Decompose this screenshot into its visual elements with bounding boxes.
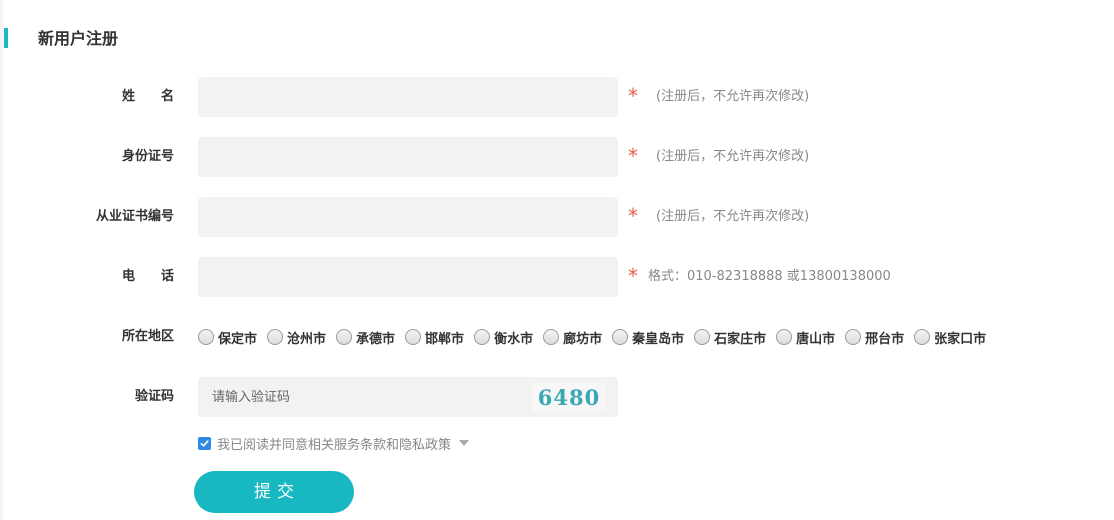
radio-button[interactable] xyxy=(474,329,491,345)
registration-page: 新用户注册 姓 名 * (注册后，不允许再次修改) 身份证号 * (注册后，不允… xyxy=(0,0,1114,520)
captcha-row: 验证码 6480 xyxy=(0,377,900,417)
header-accent-bar xyxy=(4,28,8,48)
cert-number-label: 从业证书编号 xyxy=(95,209,174,224)
region-radio-group: 保定市 沧州市 承德市 邯郸市 衡水市 廊坊市 秦皇岛市 石家庄市 唐山市 邢台市 张家口市 xyxy=(198,317,996,357)
required-mark: * xyxy=(628,84,638,108)
region-option[interactable]: 邢台市 xyxy=(845,328,904,347)
region-option[interactable]: 张家口市 xyxy=(914,328,986,347)
region-label: 所在地区 xyxy=(121,329,174,344)
name-row: 姓 名 * (注册后，不允许再次修改) xyxy=(0,77,900,117)
page-title: 新用户注册 xyxy=(38,29,119,48)
required-mark: * xyxy=(628,204,638,228)
caret-down-icon[interactable] xyxy=(459,440,470,446)
captcha-image[interactable]: 6480 xyxy=(532,383,606,411)
cert-number-hint: (注册后，不允许再次修改) xyxy=(656,209,810,224)
region-option[interactable]: 保定市 xyxy=(198,328,257,347)
id-number-row: 身份证号 * (注册后，不允许再次修改) xyxy=(0,137,900,177)
region-option-label: 承德市 xyxy=(356,331,396,347)
region-option[interactable]: 沧州市 xyxy=(267,328,326,347)
cert-number-input[interactable] xyxy=(198,197,618,237)
id-number-hint: (注册后，不允许再次修改) xyxy=(656,149,810,164)
radio-button[interactable] xyxy=(612,329,629,345)
radio-button[interactable] xyxy=(845,329,862,345)
agreement-row: 我已阅读并同意相关服务条款和隐私政策 xyxy=(198,434,470,453)
region-option-label: 石家庄市 xyxy=(714,331,767,347)
radio-button[interactable] xyxy=(776,329,793,345)
region-option[interactable]: 石家庄市 xyxy=(694,328,766,347)
submit-button[interactable]: 提交 xyxy=(194,471,354,513)
agreement-text[interactable]: 我已阅读并同意相关服务条款和隐私政策 xyxy=(217,434,451,453)
name-label: 姓 名 xyxy=(121,89,174,104)
required-mark: * xyxy=(628,144,638,168)
radio-button[interactable] xyxy=(914,329,931,345)
region-option[interactable]: 唐山市 xyxy=(776,328,835,347)
region-row: 所在地区 保定市 沧州市 承德市 邯郸市 衡水市 廊坊市 秦皇岛市 石家庄市 唐山市 邢台市 张家口… xyxy=(0,317,1100,357)
region-option-label: 保定市 xyxy=(218,331,258,347)
radio-button[interactable] xyxy=(336,329,353,345)
region-option[interactable]: 衡水市 xyxy=(474,328,533,347)
phone-label: 电 话 xyxy=(121,269,174,284)
required-mark: * xyxy=(628,264,638,288)
phone-input[interactable] xyxy=(198,257,618,297)
radio-button[interactable] xyxy=(198,329,214,345)
id-number-input[interactable] xyxy=(198,137,618,177)
region-option-label: 张家口市 xyxy=(934,331,987,347)
agreement-checkbox[interactable] xyxy=(198,436,211,450)
region-option-label: 沧州市 xyxy=(287,331,327,347)
region-option-label: 衡水市 xyxy=(494,331,534,347)
radio-button[interactable] xyxy=(267,329,284,345)
id-number-label: 身份证号 xyxy=(121,149,174,164)
region-option-label: 邢台市 xyxy=(865,331,905,347)
region-option-label: 秦皇岛市 xyxy=(632,331,685,347)
phone-format-hint: 格式：010-82318888 或13800138000 xyxy=(648,269,891,284)
radio-button[interactable] xyxy=(543,329,560,345)
region-option-label: 唐山市 xyxy=(796,331,836,347)
region-option[interactable]: 廊坊市 xyxy=(543,328,602,347)
captcha-label: 验证码 xyxy=(134,389,174,404)
check-icon xyxy=(200,439,209,447)
phone-row: 电 话 * 格式：010-82318888 或13800138000 xyxy=(0,257,920,297)
region-option-label: 邯郸市 xyxy=(425,331,465,347)
region-option[interactable]: 承德市 xyxy=(336,328,395,347)
name-hint: (注册后，不允许再次修改) xyxy=(656,89,810,104)
region-option[interactable]: 邯郸市 xyxy=(405,328,464,347)
name-input[interactable] xyxy=(198,77,618,117)
radio-button[interactable] xyxy=(694,329,711,345)
captcha-code-text: 6480 xyxy=(538,385,600,410)
cert-number-row: 从业证书编号 * (注册后，不允许再次修改) xyxy=(0,197,900,237)
region-option-label: 廊坊市 xyxy=(563,331,603,347)
region-option[interactable]: 秦皇岛市 xyxy=(612,328,684,347)
radio-button[interactable] xyxy=(405,329,422,345)
